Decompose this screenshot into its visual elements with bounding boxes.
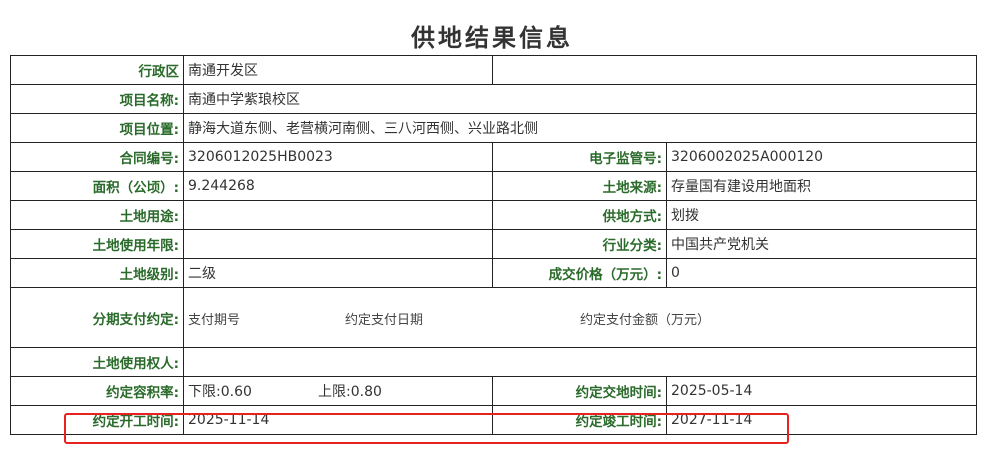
delivery-date-value: 2025-05-14 xyxy=(666,376,977,406)
land-supply-result-page: 供地结果信息 行政区 南通开发区 项目名称: 南通中学紫琅校区 项目位置: 静海… xyxy=(0,0,984,451)
row-project-location: 项目位置: 静海大道东侧、老营横河南侧、三八河西侧、兴业路北侧 xyxy=(10,113,977,143)
use-years-value xyxy=(183,229,493,259)
row-contract: 合同编号: 3206012025HB0023 电子监管号: 3206002025… xyxy=(10,142,977,172)
far-value: 下限:0.60 上限:0.80 xyxy=(183,376,493,406)
row-installment: 分期支付约定: 支付期号 约定支付日期 约定支付金额（万元） xyxy=(10,287,977,348)
land-source-value: 存量国有建设用地面积 xyxy=(666,171,977,201)
contract-no-value: 3206012025HB0023 xyxy=(183,142,493,172)
completion-date-value: 2027-11-14 xyxy=(666,405,977,435)
row-land-use: 土地用途: 供地方式: 划拨 xyxy=(10,200,977,230)
delivery-date-label: 约定交地时间: xyxy=(492,376,667,406)
far-upper: 上限:0.80 xyxy=(318,384,382,400)
installment-col-date: 约定支付日期 xyxy=(345,312,424,328)
installment-header: 支付期号 约定支付日期 约定支付金额（万元） xyxy=(188,309,972,328)
row-use-years: 土地使用年限: 行业分类: 中国共产党机关 xyxy=(10,229,977,259)
project-name-value: 南通中学紫琅校区 xyxy=(183,84,977,114)
area-value: 9.244268 xyxy=(183,171,493,201)
far-lower: 下限:0.60 xyxy=(188,381,318,401)
area-label: 面积（公顷）: xyxy=(10,171,184,201)
land-grade-value: 二级 xyxy=(183,258,493,288)
far-label: 约定容积率: xyxy=(10,376,184,406)
land-use-value xyxy=(183,200,493,230)
installment-label: 分期支付约定: xyxy=(10,287,184,348)
installment-value: 支付期号 约定支付日期 约定支付金额（万元） xyxy=(183,287,977,348)
use-years-label: 土地使用年限: xyxy=(10,229,184,259)
start-date-label: 约定开工时间: xyxy=(10,405,184,435)
land-grade-label: 土地级别: xyxy=(10,258,184,288)
completion-date-label: 约定竣工时间: xyxy=(492,405,667,435)
project-location-value: 静海大道东侧、老营横河南侧、三八河西侧、兴业路北侧 xyxy=(183,113,977,143)
supply-method-label: 供地方式: xyxy=(492,200,667,230)
price-label: 成交价格（万元）: xyxy=(492,258,667,288)
row-far: 约定容积率: 下限:0.60 上限:0.80 约定交地时间: 2025-05-14 xyxy=(10,376,977,406)
e-supervision-label: 电子监管号: xyxy=(492,142,667,172)
district-label: 行政区 xyxy=(10,55,184,85)
contract-no-label: 合同编号: xyxy=(10,142,184,172)
far-upper-value: 0.80 xyxy=(350,384,382,400)
land-info-table: 行政区 南通开发区 项目名称: 南通中学紫琅校区 项目位置: 静海大道东侧、老营… xyxy=(10,55,977,435)
district-value: 南通开发区 xyxy=(183,55,493,85)
land-source-label: 土地来源: xyxy=(492,171,667,201)
far-upper-label: 上限: xyxy=(318,384,351,400)
land-use-label: 土地用途: xyxy=(10,200,184,230)
empty-cell xyxy=(492,55,977,85)
industry-value: 中国共产党机关 xyxy=(666,229,977,259)
far-lower-value: 0.60 xyxy=(220,384,252,400)
row-land-grade: 土地级别: 二级 成交价格（万元）: 0 xyxy=(10,258,977,288)
project-location-label: 项目位置: xyxy=(10,113,184,143)
row-area: 面积（公顷）: 9.244268 土地来源: 存量国有建设用地面积 xyxy=(10,171,977,201)
row-project-name: 项目名称: 南通中学紫琅校区 xyxy=(10,84,977,114)
land-user-value xyxy=(183,347,977,377)
row-land-user: 土地使用权人: xyxy=(10,347,977,377)
land-user-label: 土地使用权人: xyxy=(10,347,184,377)
industry-label: 行业分类: xyxy=(492,229,667,259)
installment-col-period: 支付期号 xyxy=(188,312,241,328)
far-lower-label: 下限: xyxy=(188,384,221,400)
e-supervision-value: 3206002025A000120 xyxy=(666,142,977,172)
supply-method-value: 划拨 xyxy=(666,200,977,230)
price-value: 0 xyxy=(666,258,977,288)
start-date-value: 2025-11-14 xyxy=(183,405,493,435)
installment-col-amount: 约定支付金额（万元） xyxy=(580,312,711,328)
row-dates: 约定开工时间: 2025-11-14 约定竣工时间: 2027-11-14 xyxy=(10,405,977,435)
project-name-label: 项目名称: xyxy=(10,84,184,114)
row-district: 行政区 南通开发区 xyxy=(10,55,977,85)
page-title: 供地结果信息 xyxy=(411,23,573,52)
